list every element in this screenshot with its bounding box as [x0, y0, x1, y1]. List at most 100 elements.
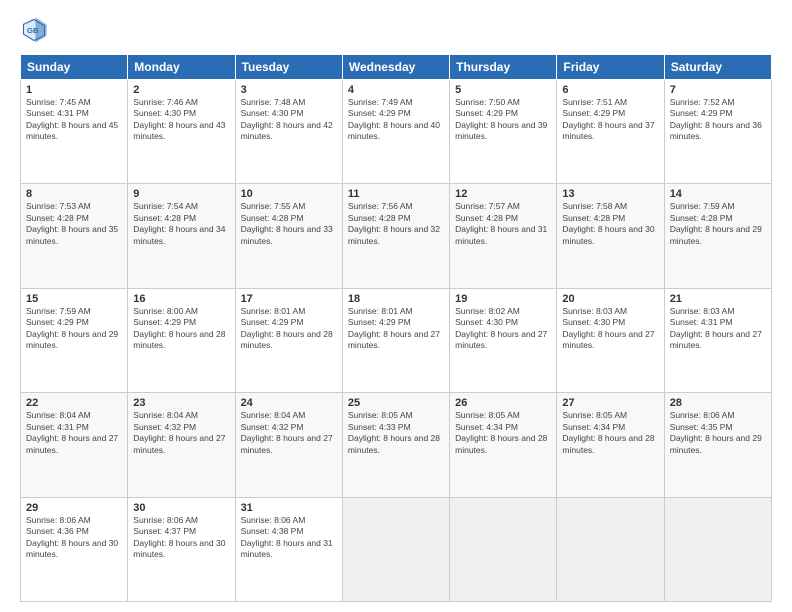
calendar-day-cell: 12 Sunrise: 7:57 AMSunset: 4:28 PMDaylig…	[450, 184, 557, 288]
calendar-day-cell	[342, 497, 449, 601]
main-container: GB SundayMondayTuesdayWednesdayThursdayF…	[0, 0, 792, 612]
calendar-day-header: Sunday	[21, 55, 128, 80]
day-number: 31	[241, 502, 337, 514]
day-detail: Sunrise: 7:48 AMSunset: 4:30 PMDaylight:…	[241, 97, 337, 143]
day-detail: Sunrise: 7:45 AMSunset: 4:31 PMDaylight:…	[26, 97, 122, 143]
day-number: 11	[348, 188, 444, 200]
calendar-day-cell	[450, 497, 557, 601]
day-detail: Sunrise: 7:54 AMSunset: 4:28 PMDaylight:…	[133, 201, 229, 247]
day-detail: Sunrise: 8:01 AMSunset: 4:29 PMDaylight:…	[241, 306, 337, 352]
logo-icon: GB	[20, 16, 48, 44]
calendar-day-cell: 20 Sunrise: 8:03 AMSunset: 4:30 PMDaylig…	[557, 288, 664, 392]
day-detail: Sunrise: 7:59 AMSunset: 4:28 PMDaylight:…	[670, 201, 766, 247]
day-number: 2	[133, 84, 229, 96]
calendar-day-cell: 3 Sunrise: 7:48 AMSunset: 4:30 PMDayligh…	[235, 80, 342, 184]
day-number: 29	[26, 502, 122, 514]
calendar-table: SundayMondayTuesdayWednesdayThursdayFrid…	[20, 54, 772, 602]
calendar-day-cell: 4 Sunrise: 7:49 AMSunset: 4:29 PMDayligh…	[342, 80, 449, 184]
calendar-week-row: 1 Sunrise: 7:45 AMSunset: 4:31 PMDayligh…	[21, 80, 772, 184]
calendar-day-header: Thursday	[450, 55, 557, 80]
calendar-day-cell: 14 Sunrise: 7:59 AMSunset: 4:28 PMDaylig…	[664, 184, 771, 288]
day-detail: Sunrise: 8:06 AMSunset: 4:36 PMDaylight:…	[26, 515, 122, 561]
day-number: 15	[26, 293, 122, 305]
day-detail: Sunrise: 8:06 AMSunset: 4:38 PMDaylight:…	[241, 515, 337, 561]
calendar-day-cell: 18 Sunrise: 8:01 AMSunset: 4:29 PMDaylig…	[342, 288, 449, 392]
day-number: 4	[348, 84, 444, 96]
day-number: 23	[133, 397, 229, 409]
calendar-day-cell: 30 Sunrise: 8:06 AMSunset: 4:37 PMDaylig…	[128, 497, 235, 601]
day-number: 27	[562, 397, 658, 409]
calendar-day-cell: 10 Sunrise: 7:55 AMSunset: 4:28 PMDaylig…	[235, 184, 342, 288]
calendar-day-cell: 28 Sunrise: 8:06 AMSunset: 4:35 PMDaylig…	[664, 393, 771, 497]
day-detail: Sunrise: 7:51 AMSunset: 4:29 PMDaylight:…	[562, 97, 658, 143]
day-detail: Sunrise: 8:02 AMSunset: 4:30 PMDaylight:…	[455, 306, 551, 352]
day-detail: Sunrise: 7:58 AMSunset: 4:28 PMDaylight:…	[562, 201, 658, 247]
calendar-day-cell: 25 Sunrise: 8:05 AMSunset: 4:33 PMDaylig…	[342, 393, 449, 497]
day-detail: Sunrise: 8:03 AMSunset: 4:30 PMDaylight:…	[562, 306, 658, 352]
day-number: 1	[26, 84, 122, 96]
header: GB	[20, 16, 772, 44]
day-detail: Sunrise: 8:04 AMSunset: 4:31 PMDaylight:…	[26, 410, 122, 456]
calendar-day-cell: 9 Sunrise: 7:54 AMSunset: 4:28 PMDayligh…	[128, 184, 235, 288]
calendar-day-cell: 2 Sunrise: 7:46 AMSunset: 4:30 PMDayligh…	[128, 80, 235, 184]
day-detail: Sunrise: 7:57 AMSunset: 4:28 PMDaylight:…	[455, 201, 551, 247]
day-number: 12	[455, 188, 551, 200]
day-number: 6	[562, 84, 658, 96]
day-detail: Sunrise: 8:01 AMSunset: 4:29 PMDaylight:…	[348, 306, 444, 352]
day-number: 8	[26, 188, 122, 200]
day-number: 24	[241, 397, 337, 409]
day-number: 13	[562, 188, 658, 200]
day-detail: Sunrise: 8:00 AMSunset: 4:29 PMDaylight:…	[133, 306, 229, 352]
day-detail: Sunrise: 8:03 AMSunset: 4:31 PMDaylight:…	[670, 306, 766, 352]
day-number: 20	[562, 293, 658, 305]
day-detail: Sunrise: 7:50 AMSunset: 4:29 PMDaylight:…	[455, 97, 551, 143]
day-number: 19	[455, 293, 551, 305]
day-number: 18	[348, 293, 444, 305]
day-number: 7	[670, 84, 766, 96]
day-detail: Sunrise: 8:04 AMSunset: 4:32 PMDaylight:…	[133, 410, 229, 456]
day-detail: Sunrise: 7:55 AMSunset: 4:28 PMDaylight:…	[241, 201, 337, 247]
calendar-day-header: Friday	[557, 55, 664, 80]
calendar-day-cell: 27 Sunrise: 8:05 AMSunset: 4:34 PMDaylig…	[557, 393, 664, 497]
day-number: 5	[455, 84, 551, 96]
calendar-header-row: SundayMondayTuesdayWednesdayThursdayFrid…	[21, 55, 772, 80]
day-number: 26	[455, 397, 551, 409]
calendar-day-cell: 8 Sunrise: 7:53 AMSunset: 4:28 PMDayligh…	[21, 184, 128, 288]
day-detail: Sunrise: 8:04 AMSunset: 4:32 PMDaylight:…	[241, 410, 337, 456]
calendar-day-header: Monday	[128, 55, 235, 80]
day-number: 9	[133, 188, 229, 200]
calendar-day-cell: 31 Sunrise: 8:06 AMSunset: 4:38 PMDaylig…	[235, 497, 342, 601]
logo: GB	[20, 16, 52, 44]
day-number: 17	[241, 293, 337, 305]
svg-text:GB: GB	[27, 26, 39, 35]
day-number: 30	[133, 502, 229, 514]
calendar-day-cell: 11 Sunrise: 7:56 AMSunset: 4:28 PMDaylig…	[342, 184, 449, 288]
calendar-day-cell: 1 Sunrise: 7:45 AMSunset: 4:31 PMDayligh…	[21, 80, 128, 184]
day-detail: Sunrise: 7:49 AMSunset: 4:29 PMDaylight:…	[348, 97, 444, 143]
day-detail: Sunrise: 7:59 AMSunset: 4:29 PMDaylight:…	[26, 306, 122, 352]
day-detail: Sunrise: 8:05 AMSunset: 4:34 PMDaylight:…	[455, 410, 551, 456]
day-detail: Sunrise: 7:52 AMSunset: 4:29 PMDaylight:…	[670, 97, 766, 143]
calendar-day-cell: 15 Sunrise: 7:59 AMSunset: 4:29 PMDaylig…	[21, 288, 128, 392]
calendar-day-cell: 17 Sunrise: 8:01 AMSunset: 4:29 PMDaylig…	[235, 288, 342, 392]
day-detail: Sunrise: 7:46 AMSunset: 4:30 PMDaylight:…	[133, 97, 229, 143]
calendar-day-cell: 26 Sunrise: 8:05 AMSunset: 4:34 PMDaylig…	[450, 393, 557, 497]
calendar-day-header: Saturday	[664, 55, 771, 80]
calendar-day-cell: 16 Sunrise: 8:00 AMSunset: 4:29 PMDaylig…	[128, 288, 235, 392]
calendar-day-cell: 13 Sunrise: 7:58 AMSunset: 4:28 PMDaylig…	[557, 184, 664, 288]
calendar-day-header: Wednesday	[342, 55, 449, 80]
day-number: 14	[670, 188, 766, 200]
day-number: 21	[670, 293, 766, 305]
day-number: 22	[26, 397, 122, 409]
calendar-day-cell: 7 Sunrise: 7:52 AMSunset: 4:29 PMDayligh…	[664, 80, 771, 184]
calendar-week-row: 29 Sunrise: 8:06 AMSunset: 4:36 PMDaylig…	[21, 497, 772, 601]
calendar-day-cell: 21 Sunrise: 8:03 AMSunset: 4:31 PMDaylig…	[664, 288, 771, 392]
day-number: 3	[241, 84, 337, 96]
day-number: 25	[348, 397, 444, 409]
calendar-day-cell: 24 Sunrise: 8:04 AMSunset: 4:32 PMDaylig…	[235, 393, 342, 497]
day-detail: Sunrise: 8:06 AMSunset: 4:37 PMDaylight:…	[133, 515, 229, 561]
calendar-day-cell: 22 Sunrise: 8:04 AMSunset: 4:31 PMDaylig…	[21, 393, 128, 497]
calendar-day-cell: 29 Sunrise: 8:06 AMSunset: 4:36 PMDaylig…	[21, 497, 128, 601]
day-number: 28	[670, 397, 766, 409]
calendar-day-cell: 23 Sunrise: 8:04 AMSunset: 4:32 PMDaylig…	[128, 393, 235, 497]
